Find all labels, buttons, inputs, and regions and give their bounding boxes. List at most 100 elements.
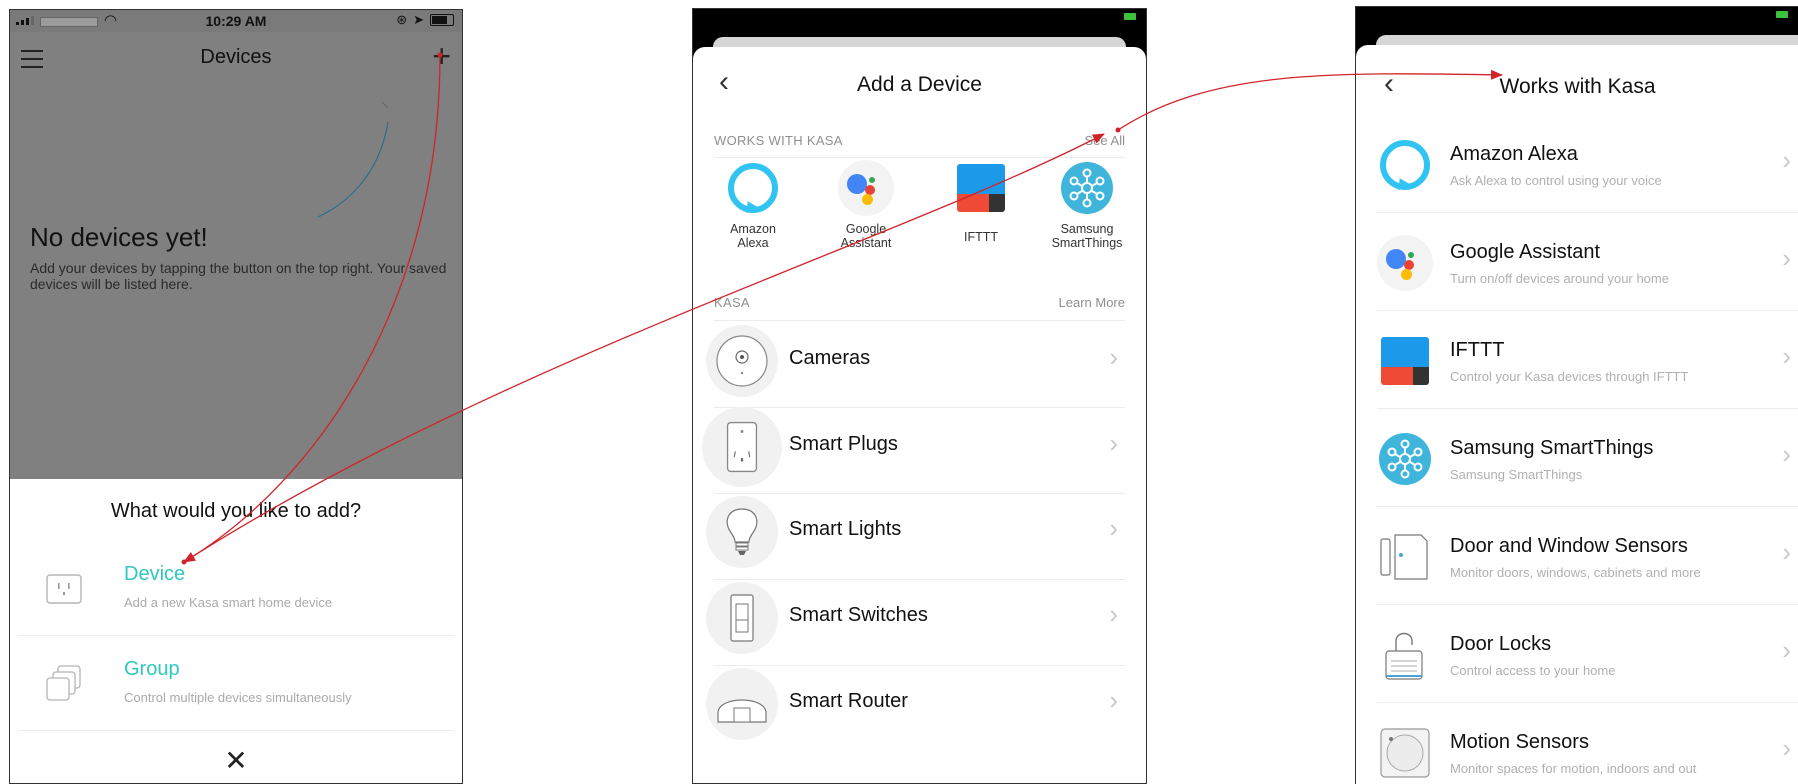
option-group-sub: Control multiple devices simultaneously xyxy=(124,690,352,705)
option-device-label: Device xyxy=(124,563,186,585)
camera-icon xyxy=(706,325,778,397)
bulb-icon xyxy=(706,496,778,568)
row-label: Door Locks xyxy=(1450,633,1552,655)
alexa-icon xyxy=(725,160,781,216)
row-label: Motion Sensors xyxy=(1450,731,1589,753)
location-icon: ➤ xyxy=(413,12,424,27)
dimmed-overlay: No devices yet! Add your devices by tapp… xyxy=(10,82,462,479)
google-assistant-icon xyxy=(838,160,894,216)
row-label: Amazon Alexa xyxy=(1450,143,1578,165)
section-label: WORKS WITH KASA xyxy=(714,133,843,148)
chevron-right-icon: › xyxy=(1109,685,1118,715)
section-label: KASA xyxy=(714,295,750,310)
works-with-kasa-panel: ‹ Works with Kasa Amazon Alexa Ask Alexa… xyxy=(1356,45,1798,784)
category-smart-router[interactable]: Smart Router › xyxy=(693,652,1146,750)
learn-more-link[interactable]: Learn More xyxy=(1059,295,1125,310)
alexa-icon xyxy=(1377,137,1433,193)
google-assistant-icon xyxy=(1377,235,1433,291)
partner-alexa[interactable]: Amazon Alexa xyxy=(701,160,805,250)
row-label: Samsung SmartThings xyxy=(1450,437,1654,459)
category-smart-plugs[interactable]: Smart Plugs › xyxy=(693,395,1146,493)
row-sub: Turn on/off devices around your home xyxy=(1450,271,1669,286)
battery-icon xyxy=(1124,13,1136,20)
chevron-right-icon: › xyxy=(1109,428,1118,458)
option-device[interactable]: Device Add a new Kasa smart home device xyxy=(10,539,462,634)
option-group-label: Group xyxy=(124,658,180,680)
ifttt-icon xyxy=(953,160,1009,216)
chevron-right-icon: › xyxy=(1782,145,1791,175)
row-door-window-sensors[interactable]: Door and Window Sensors Monitor doors, w… xyxy=(1356,507,1798,605)
category-label: Smart Router xyxy=(789,690,908,712)
category-label: Smart Switches xyxy=(789,604,928,626)
outlet-icon xyxy=(46,574,82,604)
row-label: Google Assistant xyxy=(1450,241,1601,263)
add-sheet: What would you like to add? Device Add a… xyxy=(10,479,462,783)
row-amazon-alexa[interactable]: Amazon Alexa Ask Alexa to control using … xyxy=(1356,115,1798,213)
chevron-right-icon: › xyxy=(1109,342,1118,372)
row-label: IFTTT xyxy=(1450,339,1505,361)
smartthings-icon xyxy=(1059,160,1115,216)
category-label: Smart Lights xyxy=(789,518,902,540)
group-icon xyxy=(46,665,81,701)
ifttt-icon xyxy=(1377,333,1433,389)
row-ifttt[interactable]: IFTTT Control your Kasa devices through … xyxy=(1356,311,1798,409)
row-sub: Ask Alexa to control using your voice xyxy=(1450,173,1662,188)
chevron-right-icon: › xyxy=(1782,733,1791,763)
lock-icon xyxy=(1385,632,1423,680)
row-sub: Monitor doors, windows, cabinets and mor… xyxy=(1450,565,1701,580)
category-smart-switches[interactable]: Smart Switches › xyxy=(693,566,1146,664)
page-title: Devices xyxy=(200,46,272,68)
status-bar: ◠ 10:29 AM ⊛ ➤ xyxy=(10,10,462,32)
chevron-right-icon: › xyxy=(1782,243,1791,273)
option-device-sub: Add a new Kasa smart home device xyxy=(124,595,333,610)
row-label: Door and Window Sensors xyxy=(1450,535,1688,557)
divider xyxy=(18,730,454,731)
door-sensor-icon xyxy=(1380,534,1428,580)
category-label: Smart Plugs xyxy=(789,433,898,455)
orientation-lock-icon: ⊛ xyxy=(396,12,408,27)
nav-bar: Devices + xyxy=(10,32,462,82)
partner-name: IFTTT xyxy=(963,230,998,244)
close-icon[interactable]: ✕ xyxy=(10,747,462,775)
smartthings-icon xyxy=(1377,431,1433,487)
works-with-kasa-screen: ‹ Works with Kasa Amazon Alexa Ask Alexa… xyxy=(1355,6,1798,784)
chevron-right-icon: › xyxy=(1782,341,1791,371)
row-motion-sensors[interactable]: Motion Sensors Monitor spaces for motion… xyxy=(1356,703,1798,784)
partner-ifttt[interactable]: IFTTT xyxy=(929,160,1033,244)
partner-name: Amazon Alexa xyxy=(730,222,776,250)
router-icon xyxy=(706,668,778,740)
partner-name: Google Assistant xyxy=(840,222,892,250)
status-time: 10:29 AM xyxy=(205,13,267,29)
add-device-panel: ‹ Add a Device WORKS WITH KASA See All A… xyxy=(693,47,1146,783)
battery-icon xyxy=(430,14,454,26)
see-all-link[interactable]: See All xyxy=(1085,133,1125,148)
row-sub: Control access to your home xyxy=(1450,663,1616,678)
page-title: Add a Device xyxy=(857,73,982,96)
row-samsung-smartthings[interactable]: Samsung SmartThings Samsung SmartThings … xyxy=(1356,409,1798,507)
devices-screen: ◠ 10:29 AM ⊛ ➤ Devices + No devices yet!… xyxy=(9,9,463,784)
partner-name: Samsung SmartThings xyxy=(1051,222,1123,250)
row-sub: Samsung SmartThings xyxy=(1450,467,1583,482)
empty-title: No devices yet! xyxy=(30,222,208,252)
chevron-right-icon: › xyxy=(1109,513,1118,543)
category-smart-lights[interactable]: Smart Lights › xyxy=(693,480,1146,578)
chevron-right-icon: › xyxy=(1782,635,1791,665)
row-door-locks[interactable]: Door Locks Control access to your home › xyxy=(1356,605,1798,703)
category-cameras[interactable]: Cameras › xyxy=(693,309,1146,407)
chevron-right-icon: › xyxy=(1109,599,1118,629)
partner-smartthings[interactable]: Samsung SmartThings xyxy=(1035,160,1139,250)
category-label: Cameras xyxy=(789,347,871,369)
section-kasa: KASA Learn More xyxy=(714,295,1125,310)
empty-description: Add your devices by tapping the button o… xyxy=(30,260,447,292)
row-sub: Monitor spaces for motion, indoors and o… xyxy=(1450,761,1697,776)
row-google-assistant[interactable]: Google Assistant Turn on/off devices aro… xyxy=(1356,213,1798,311)
section-works-with-kasa: WORKS WITH KASA See All xyxy=(714,133,1125,148)
divider xyxy=(714,157,1125,158)
option-group[interactable]: Group Control multiple devices simultane… xyxy=(10,634,462,729)
add-device-screen: ‹ Add a Device WORKS WITH KASA See All A… xyxy=(692,8,1147,784)
switch-icon xyxy=(706,582,778,654)
add-icon[interactable]: + xyxy=(432,40,451,72)
plug-icon xyxy=(702,407,782,487)
chevron-right-icon: › xyxy=(1782,537,1791,567)
partner-google-assistant[interactable]: Google Assistant xyxy=(814,160,918,250)
